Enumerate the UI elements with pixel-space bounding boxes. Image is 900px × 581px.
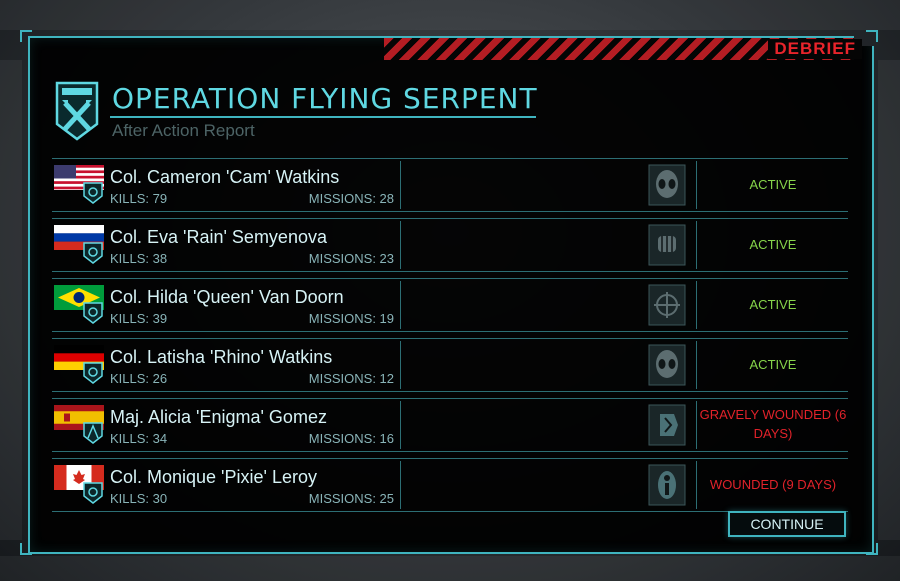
corner-accent [866,30,878,42]
status-label: ACTIVE [696,281,849,329]
status-label: GRAVELY WOUNDED (6 DAYS) [696,401,849,449]
rank-badge-icon [82,241,104,265]
soldier-row[interactable]: Maj. Alicia 'Enigma' Gomez KILLS: 34 MIS… [52,398,848,452]
soldier-name: Col. Monique 'Pixie' Leroy [110,467,317,487]
soldier-name: Col. Cameron 'Cam' Watkins [110,167,340,187]
rank-badge-icon [82,481,104,505]
missions-count: MISSIONS: 19 [308,311,394,326]
soldier-info: Col. Cameron 'Cam' Watkins KILLS: 79 MIS… [52,161,401,209]
missions-count: MISSIONS: 16 [308,431,394,446]
medic-icon [648,464,686,506]
kills-count: KILLS: 26 [110,371,168,386]
soldier-info: Col. Hilda 'Queen' Van Doorn KILLS: 39 M… [52,281,401,329]
missions-count: MISSIONS: 23 [308,251,394,266]
rank-badge-icon [82,301,104,325]
rank-badge-icon [82,421,104,445]
kills-count: KILLS: 39 [110,311,168,326]
alien-head-icon [648,344,686,386]
soldier-row[interactable]: Col. Latisha 'Rhino' Watkins KILLS: 26 M… [52,338,848,392]
report-subtitle: After Action Report [112,121,255,140]
soldier-name: Col. Eva 'Rain' Semyenova [110,227,327,247]
continue-button[interactable]: CONTINUE [728,511,846,537]
corner-accent [866,543,878,555]
kills-count: KILLS: 34 [110,431,168,446]
background-beam [0,60,22,540]
soldier-name: Col. Hilda 'Queen' Van Doorn [110,287,344,307]
title-divider [110,116,536,118]
rank-badge-icon [82,181,104,205]
psi-head-icon [648,404,686,446]
xcom-emblem-icon [54,80,100,142]
soldier-row[interactable]: Col. Monique 'Pixie' Leroy KILLS: 30 MIS… [52,458,848,512]
status-label: ACTIVE [696,341,849,389]
kills-count: KILLS: 30 [110,491,168,506]
background-beam [878,60,900,540]
background-beam [0,556,900,581]
soldier-info: Col. Eva 'Rain' Semyenova KILLS: 38 MISS… [52,221,401,269]
soldier-row[interactable]: Col. Hilda 'Queen' Van Doorn KILLS: 39 M… [52,278,848,332]
status-label: WOUNDED (9 DAYS) [696,461,849,509]
soldier-info: Col. Monique 'Pixie' Leroy KILLS: 30 MIS… [52,461,401,509]
soldier-name: Maj. Alicia 'Enigma' Gomez [110,407,327,427]
status-label: ACTIVE [696,161,849,209]
rank-badge-icon [82,361,104,385]
soldier-name: Col. Latisha 'Rhino' Watkins [110,347,333,367]
missions-count: MISSIONS: 28 [308,191,394,206]
fist-icon [648,224,686,266]
corner-accent [20,543,32,555]
corner-accent [20,30,32,42]
missions-count: MISSIONS: 25 [308,491,394,506]
status-label: ACTIVE [696,221,849,269]
soldier-row[interactable]: Col. Eva 'Rain' Semyenova KILLS: 38 MISS… [52,218,848,272]
kills-count: KILLS: 79 [110,191,168,206]
soldier-row[interactable]: Col. Cameron 'Cam' Watkins KILLS: 79 MIS… [52,158,848,212]
crosshair-icon [648,284,686,326]
soldier-info: Col. Latisha 'Rhino' Watkins KILLS: 26 M… [52,341,401,389]
operation-title: OPERATION FLYING SERPENT [112,82,538,115]
kills-count: KILLS: 38 [110,251,168,266]
alien-head-icon [648,164,686,206]
debrief-tag: DEBRIEF [768,39,862,59]
soldier-list: Col. Cameron 'Cam' Watkins KILLS: 79 MIS… [52,158,848,518]
missions-count: MISSIONS: 12 [308,371,394,386]
background-beam [0,0,900,30]
soldier-info: Maj. Alicia 'Enigma' Gomez KILLS: 34 MIS… [52,401,401,449]
